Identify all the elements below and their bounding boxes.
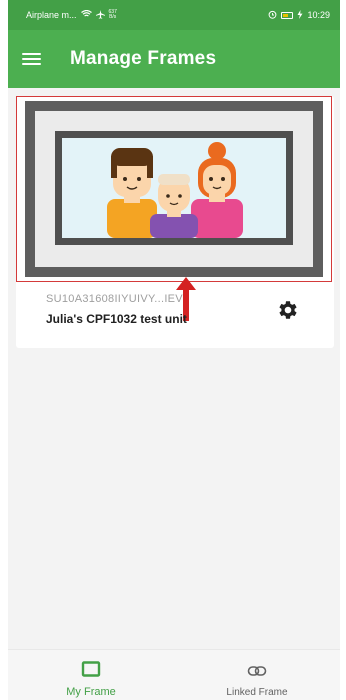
- tab-my-frame[interactable]: My Frame: [8, 650, 174, 700]
- gear-icon[interactable]: [276, 298, 300, 322]
- alarm-icon: [268, 10, 277, 21]
- frame-serial: SU10A31608IIYUIVY...IEV: [46, 293, 183, 305]
- link-icon: [247, 664, 267, 683]
- frame-icon: [81, 661, 101, 682]
- battery-icon: [281, 11, 294, 19]
- hamburger-menu-icon[interactable]: [22, 52, 41, 66]
- net-speed-unit: B/s: [109, 14, 117, 20]
- tab-linked-frame-label: Linked Frame: [226, 687, 288, 698]
- charging-icon: [297, 9, 303, 21]
- carrier-text: Airplane m...: [26, 10, 77, 20]
- clock-text: 10:29: [307, 10, 330, 20]
- page-title: Manage Frames: [70, 48, 217, 69]
- bottom-navigation: My Frame Linked Frame: [8, 649, 340, 700]
- airplane-icon: [95, 9, 105, 21]
- app-bar: Manage Frames: [8, 30, 340, 88]
- tab-my-frame-label: My Frame: [66, 686, 116, 698]
- frame-illustration[interactable]: [25, 101, 323, 277]
- frame-name: Julia's CPF1032 test unit: [46, 312, 187, 326]
- tab-linked-frame[interactable]: Linked Frame: [174, 650, 340, 700]
- net-speed: 637 B/s: [109, 10, 117, 20]
- status-bar: Airplane m... 637 B/s 10:29: [8, 0, 340, 30]
- frame-card[interactable]: SU10A31608IIYUIVY...IEV Julia's CPF1032 …: [16, 96, 334, 348]
- wifi-icon: [80, 9, 92, 20]
- phone-screen: Airplane m... 637 B/s 10:29 Manage Frame…: [8, 0, 340, 700]
